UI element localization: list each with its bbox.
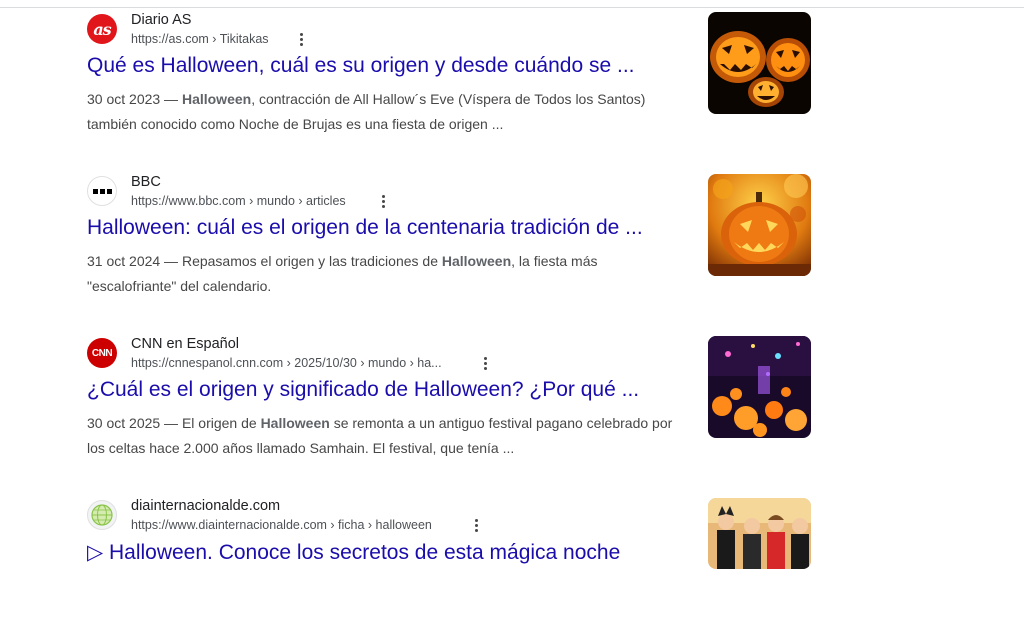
more-options-icon[interactable] <box>469 515 483 535</box>
site-url[interactable]: https://www.diainternacionalde.com › fic… <box>131 518 432 532</box>
result-thumbnail-children-costumes[interactable] <box>708 498 811 569</box>
result-snippet: 30 oct 2025 — El origen de Halloween se … <box>87 415 673 456</box>
site-url[interactable]: https://cnnespanol.cnn.com › 2025/10/30 … <box>131 356 442 370</box>
search-result: CNN CNN en Español https://cnnespanol.cn… <box>87 336 827 478</box>
site-name[interactable]: Diario AS <box>131 12 191 28</box>
result-title-link[interactable]: Halloween: cuál es el origen de la cente… <box>87 216 643 240</box>
result-snippet: 30 oct 2023 — Halloween, contracción de … <box>87 91 646 132</box>
result-thumbnail-pumpkin-festival[interactable] <box>708 336 811 438</box>
result-thumbnail-pumpkin-autumn[interactable] <box>708 174 811 276</box>
result-title-link[interactable]: Qué es Halloween, cuál es su origen y de… <box>87 54 635 78</box>
search-result: as Diario AS https://as.com › Tikitakas … <box>87 12 827 154</box>
more-options-icon[interactable] <box>478 353 492 373</box>
as-favicon-icon[interactable]: as <box>87 14 117 44</box>
result-snippet: 31 oct 2024 — Repasamos el origen y las … <box>87 253 598 294</box>
site-name[interactable]: diainternacionalde.com <box>131 498 280 514</box>
result-thumbnail-jack-o-lanterns[interactable] <box>708 12 811 114</box>
globe-favicon-icon[interactable] <box>87 500 117 530</box>
top-divider <box>0 7 1024 8</box>
cnn-favicon-icon[interactable]: CNN <box>87 338 117 368</box>
search-result: diainternacionalde.com https://www.diain… <box>87 498 827 640</box>
bbc-favicon-icon[interactable] <box>87 176 117 206</box>
site-url[interactable]: https://as.com › Tikitakas <box>131 32 269 46</box>
result-title-link[interactable]: ▷ Halloween. Conoce los secretos de esta… <box>87 540 620 565</box>
site-name[interactable]: BBC <box>131 174 161 190</box>
result-title-link[interactable]: ¿Cuál es el origen y significado de Hall… <box>87 378 639 402</box>
search-result: BBC https://www.bbc.com › mundo › articl… <box>87 174 827 316</box>
site-name[interactable]: CNN en Español <box>131 336 239 352</box>
more-options-icon[interactable] <box>376 191 390 211</box>
site-url[interactable]: https://www.bbc.com › mundo › articles <box>131 194 346 208</box>
more-options-icon[interactable] <box>294 29 308 49</box>
